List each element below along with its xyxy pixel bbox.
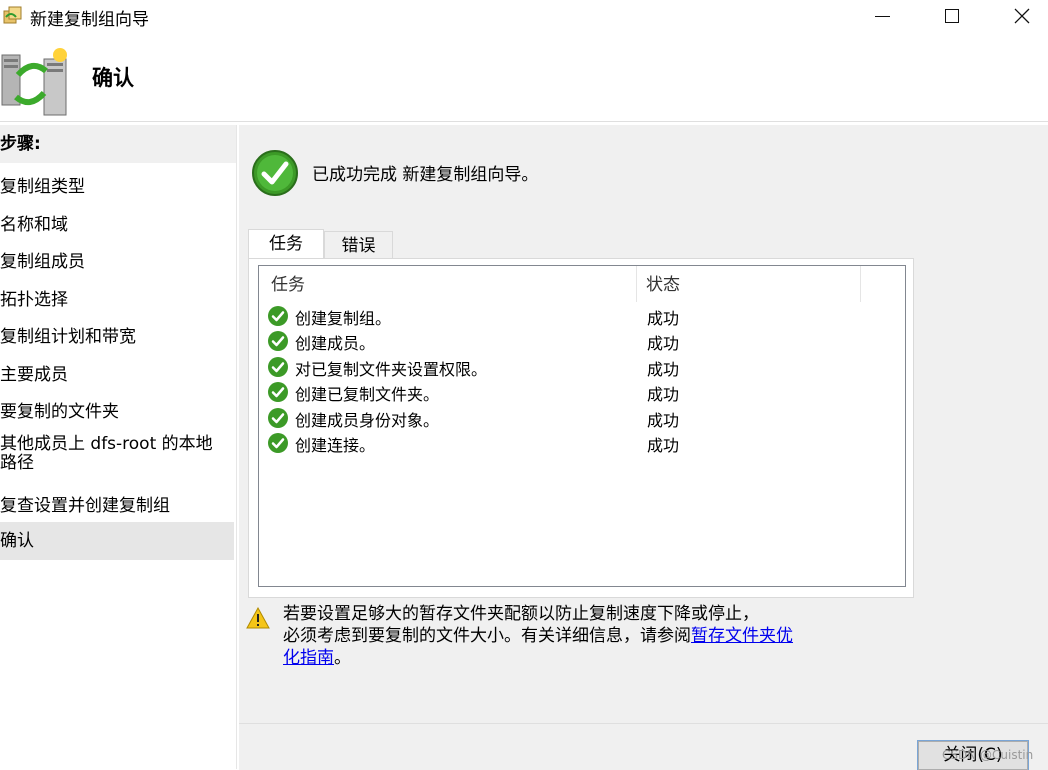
table-row[interactable]: 创建连接。 成功 (259, 430, 905, 455)
task-cell: 创建成员。 (295, 334, 376, 353)
success-check-icon (268, 357, 288, 377)
task-cell: 创建成员身份对象。 (295, 411, 440, 430)
replication-servers-icon (1, 48, 67, 116)
step-item[interactable]: 主要成员 (0, 360, 234, 385)
maximize-icon (945, 9, 959, 23)
table-row[interactable]: 创建成员。 成功 (259, 328, 905, 353)
step-item-active[interactable]: 确认 (0, 522, 234, 560)
column-header-status[interactable]: 状态 (637, 266, 861, 302)
status-cell: 成功 (647, 411, 680, 430)
step-item[interactable]: 拓扑选择 (0, 285, 234, 310)
success-check-icon (268, 408, 288, 428)
status-cell: 成功 (647, 436, 680, 455)
table-row[interactable]: 对已复制文件夹设置权限。 成功 (259, 354, 905, 379)
maximize-button[interactable] (929, 0, 975, 31)
task-cell: 创建复制组。 (295, 309, 392, 328)
step-item[interactable]: 复制组成员 (0, 247, 234, 272)
close-window-button[interactable] (999, 0, 1045, 31)
status-cell: 成功 (647, 360, 680, 379)
success-message: 已成功完成 新建复制组向导。 (312, 165, 539, 185)
replication-app-icon (3, 6, 22, 24)
wizard-header: 确认 (0, 31, 1048, 122)
task-cell: 对已复制文件夹设置权限。 (295, 360, 488, 379)
button-bar: 关闭(C) (239, 723, 1048, 770)
success-check-icon (268, 306, 288, 326)
steps-panel: 步骤: 复制组类型 名称和域 复制组成员 拓扑选择 复制组计划和带宽 主要成员 … (0, 125, 237, 769)
step-item[interactable]: 要复制的文件夹 (0, 397, 234, 422)
success-check-icon (252, 150, 298, 196)
step-item[interactable]: 名称和域 (0, 210, 234, 235)
warning-message: 若要设置足够大的暂存文件夹配额以防止复制速度下降或停止， 必须考虑到要复制的文件… (283, 603, 803, 669)
task-cell: 创建连接。 (295, 436, 376, 455)
success-check-icon (268, 331, 288, 351)
success-check-icon (268, 382, 288, 402)
status-cell: 成功 (647, 334, 680, 353)
task-list[interactable]: 任务 状态 创建复制组。 成功 创建成员。 成功 对已复制文件夹设置权限。 成功… (258, 265, 906, 587)
window-title: 新建复制组向导 (30, 10, 149, 30)
table-row[interactable]: 创建复制组。 成功 (259, 303, 905, 328)
minimize-icon (874, 15, 890, 17)
tab-errors[interactable]: 错误 (324, 231, 393, 259)
step-item[interactable]: 其他成员上 dfs-root 的本地路径 (0, 435, 222, 473)
warning-line-1: 若要设置足够大的暂存文件夹配额以防止复制速度下降或停止， (283, 604, 759, 624)
step-item[interactable]: 复查设置并创建复制组 (0, 491, 234, 516)
tab-tasks[interactable]: 任务 (248, 229, 324, 260)
watermark: CSDN @Cuistin (942, 748, 1034, 762)
steps-heading: 步骤: (0, 125, 236, 163)
success-check-icon (268, 433, 288, 453)
column-header-task[interactable]: 任务 (259, 266, 637, 302)
minimize-button[interactable] (859, 0, 905, 31)
main-panel: 已成功完成 新建复制组向导。 任务 错误 任务 状态 创建复制组。 成功 创建成… (239, 125, 1048, 723)
task-cell: 创建已复制文件夹。 (295, 385, 440, 404)
step-item[interactable]: 复制组计划和带宽 (0, 322, 234, 347)
page-title: 确认 (92, 66, 134, 90)
table-row[interactable]: 创建成员身份对象。 成功 (259, 405, 905, 430)
warning-end: 。 (334, 648, 351, 668)
close-icon (1014, 8, 1030, 24)
warning-icon (246, 607, 270, 629)
title-bar: 新建复制组向导 (0, 0, 1048, 31)
warning-line-2: 必须考虑到要复制的文件大小。有关详细信息，请参阅 (283, 626, 691, 646)
status-cell: 成功 (647, 309, 680, 328)
status-cell: 成功 (647, 385, 680, 404)
tasks-tab-panel: 任务 状态 创建复制组。 成功 创建成员。 成功 对已复制文件夹设置权限。 成功… (248, 258, 914, 598)
step-item[interactable]: 复制组类型 (0, 172, 234, 197)
table-row[interactable]: 创建已复制文件夹。 成功 (259, 379, 905, 404)
